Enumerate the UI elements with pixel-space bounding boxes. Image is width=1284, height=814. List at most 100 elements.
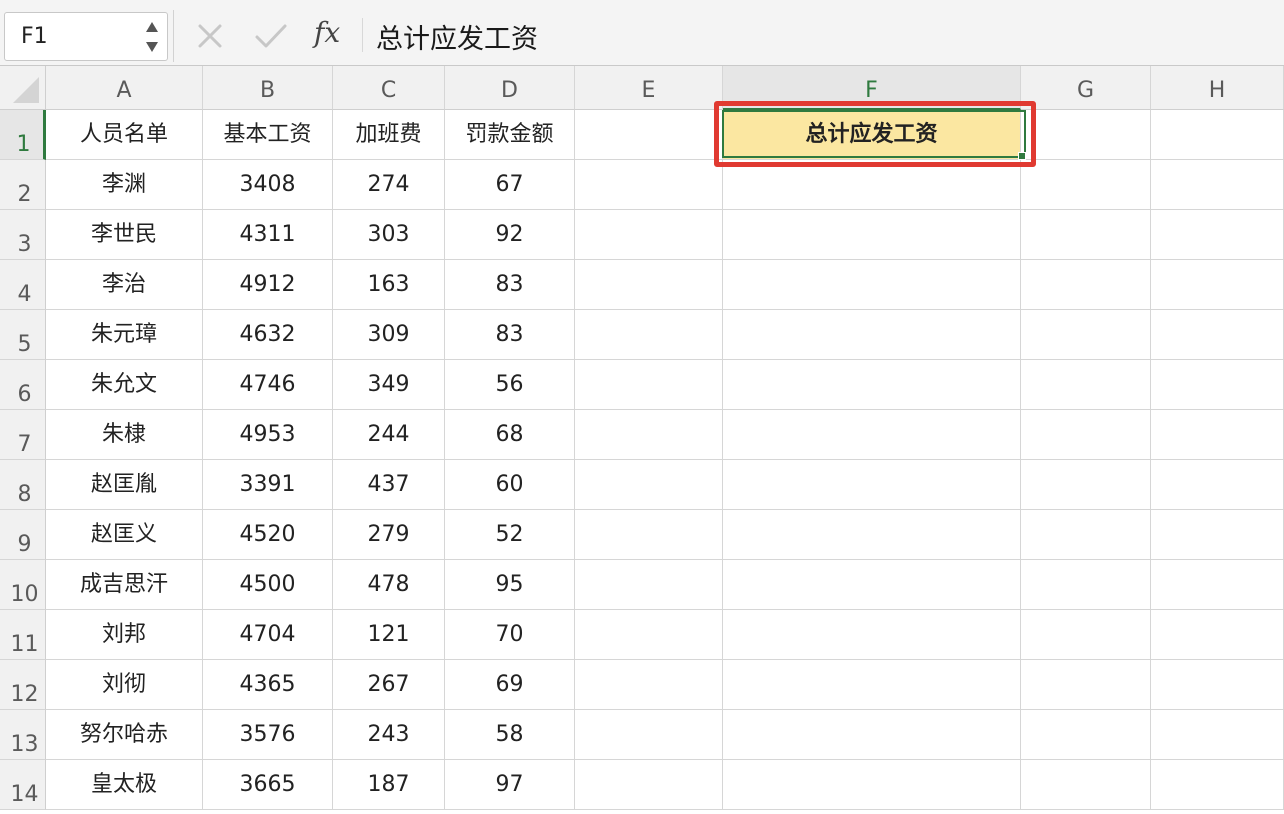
cell-g5[interactable]: [1021, 310, 1151, 360]
cell-e1[interactable]: [575, 110, 723, 160]
column-header-d[interactable]: D: [445, 66, 575, 110]
cell-f1[interactable]: 总计应发工资: [723, 110, 1021, 160]
cell-b8[interactable]: 3391: [203, 460, 333, 510]
cell-c13[interactable]: 243: [333, 710, 445, 760]
cell-d13[interactable]: 58: [445, 710, 575, 760]
column-header-h[interactable]: H: [1151, 66, 1284, 110]
cell-c2[interactable]: 274: [333, 160, 445, 210]
cell-a4[interactable]: 李治: [46, 260, 203, 310]
row-header-9[interactable]: 9: [0, 510, 46, 560]
cell-b14[interactable]: 3665: [203, 760, 333, 810]
cell-h10[interactable]: [1151, 560, 1284, 610]
cell-e7[interactable]: [575, 410, 723, 460]
formula-input[interactable]: 总计应发工资: [376, 17, 538, 56]
column-header-a[interactable]: A: [46, 66, 203, 110]
cell-b10[interactable]: 4500: [203, 560, 333, 610]
cell-h4[interactable]: [1151, 260, 1284, 310]
cell-e4[interactable]: [575, 260, 723, 310]
cell-c11[interactable]: 121: [333, 610, 445, 660]
row-header-11[interactable]: 11: [0, 610, 46, 660]
check-icon[interactable]: [254, 22, 288, 50]
cell-b6[interactable]: 4746: [203, 360, 333, 410]
cell-e6[interactable]: [575, 360, 723, 410]
cell-f14[interactable]: [723, 760, 1021, 810]
row-header-14[interactable]: 14: [0, 760, 46, 810]
cell-f7[interactable]: [723, 410, 1021, 460]
cell-g13[interactable]: [1021, 710, 1151, 760]
cell-e8[interactable]: [575, 460, 723, 510]
cell-c14[interactable]: 187: [333, 760, 445, 810]
row-header-8[interactable]: 8: [0, 460, 46, 510]
cell-a1[interactable]: 人员名单: [46, 110, 203, 160]
cell-e2[interactable]: [575, 160, 723, 210]
column-header-g[interactable]: G: [1021, 66, 1151, 110]
cell-f12[interactable]: [723, 660, 1021, 710]
cell-c4[interactable]: 163: [333, 260, 445, 310]
cell-a8[interactable]: 赵匡胤: [46, 460, 203, 510]
row-header-13[interactable]: 13: [0, 710, 46, 760]
cell-g8[interactable]: [1021, 460, 1151, 510]
cell-e11[interactable]: [575, 610, 723, 660]
cell-g4[interactable]: [1021, 260, 1151, 310]
cell-g3[interactable]: [1021, 210, 1151, 260]
cell-d14[interactable]: 97: [445, 760, 575, 810]
cell-b7[interactable]: 4953: [203, 410, 333, 460]
cell-a3[interactable]: 李世民: [46, 210, 203, 260]
row-header-2[interactable]: 2: [0, 160, 46, 210]
cell-h7[interactable]: [1151, 410, 1284, 460]
cell-d2[interactable]: 67: [445, 160, 575, 210]
cell-b1[interactable]: 基本工资: [203, 110, 333, 160]
column-header-b[interactable]: B: [203, 66, 333, 110]
cell-h11[interactable]: [1151, 610, 1284, 660]
cell-f5[interactable]: [723, 310, 1021, 360]
cell-c3[interactable]: 303: [333, 210, 445, 260]
cell-c5[interactable]: 309: [333, 310, 445, 360]
cell-c10[interactable]: 478: [333, 560, 445, 610]
fx-icon[interactable]: fx: [314, 16, 354, 54]
cell-e5[interactable]: [575, 310, 723, 360]
cell-g11[interactable]: [1021, 610, 1151, 660]
cell-d3[interactable]: 92: [445, 210, 575, 260]
cell-e9[interactable]: [575, 510, 723, 560]
cell-c6[interactable]: 349: [333, 360, 445, 410]
cell-g6[interactable]: [1021, 360, 1151, 410]
row-header-10[interactable]: 10: [0, 560, 46, 610]
cell-a9[interactable]: 赵匡义: [46, 510, 203, 560]
cell-d4[interactable]: 83: [445, 260, 575, 310]
cell-b4[interactable]: 4912: [203, 260, 333, 310]
cell-c8[interactable]: 437: [333, 460, 445, 510]
cell-e10[interactable]: [575, 560, 723, 610]
cell-f8[interactable]: [723, 460, 1021, 510]
cell-b12[interactable]: 4365: [203, 660, 333, 710]
cell-a10[interactable]: 成吉思汗: [46, 560, 203, 610]
cell-h12[interactable]: [1151, 660, 1284, 710]
cell-f3[interactable]: [723, 210, 1021, 260]
cell-a6[interactable]: 朱允文: [46, 360, 203, 410]
cell-e13[interactable]: [575, 710, 723, 760]
cell-g14[interactable]: [1021, 760, 1151, 810]
row-header-5[interactable]: 5: [0, 310, 46, 360]
row-header-6[interactable]: 6: [0, 360, 46, 410]
cell-g2[interactable]: [1021, 160, 1151, 210]
cell-g12[interactable]: [1021, 660, 1151, 710]
cell-d10[interactable]: 95: [445, 560, 575, 610]
cell-h6[interactable]: [1151, 360, 1284, 410]
row-header-12[interactable]: 12: [0, 660, 46, 710]
cell-d11[interactable]: 70: [445, 610, 575, 660]
column-header-e[interactable]: E: [575, 66, 723, 110]
cell-b3[interactable]: 4311: [203, 210, 333, 260]
cell-c9[interactable]: 279: [333, 510, 445, 560]
cell-d9[interactable]: 52: [445, 510, 575, 560]
cell-d12[interactable]: 69: [445, 660, 575, 710]
cell-c1[interactable]: 加班费: [333, 110, 445, 160]
cell-d6[interactable]: 56: [445, 360, 575, 410]
close-icon[interactable]: [196, 22, 224, 50]
cell-g9[interactable]: [1021, 510, 1151, 560]
cell-e3[interactable]: [575, 210, 723, 260]
row-header-3[interactable]: 3: [0, 210, 46, 260]
cell-d8[interactable]: 60: [445, 460, 575, 510]
cell-g7[interactable]: [1021, 410, 1151, 460]
cell-f2[interactable]: [723, 160, 1021, 210]
cell-f10[interactable]: [723, 560, 1021, 610]
cell-d5[interactable]: 83: [445, 310, 575, 360]
